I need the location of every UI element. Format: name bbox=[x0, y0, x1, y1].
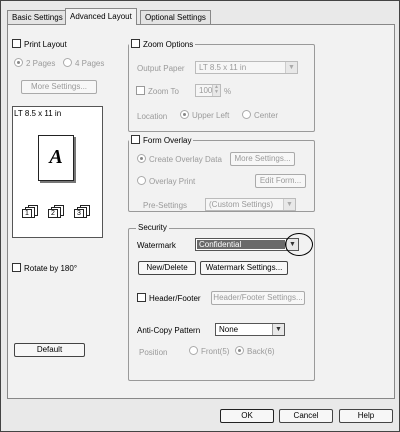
zoom-to-label: Zoom To bbox=[148, 87, 179, 96]
front-label: Front(5) bbox=[201, 347, 230, 356]
watermark-settings-button[interactable]: Watermark Settings... bbox=[200, 261, 288, 275]
header-footer-check-icon[interactable] bbox=[137, 293, 146, 302]
radio-create-overlay-icon[interactable] bbox=[137, 154, 146, 163]
presettings-value: (Custom Settings) bbox=[209, 200, 274, 209]
chevron-down-icon[interactable]: ▼ bbox=[285, 62, 297, 73]
zoom-options-check-icon[interactable] bbox=[131, 39, 140, 48]
chevron-down-icon[interactable]: ▼ bbox=[272, 324, 284, 335]
collate-copy-3-icon: 3 bbox=[74, 205, 92, 218]
radio-4-pages[interactable]: 4 Pages bbox=[63, 58, 104, 68]
radio-upper-left[interactable]: Upper Left bbox=[180, 110, 229, 120]
radio-4-pages-label: 4 Pages bbox=[75, 59, 105, 68]
overlay-print-label: Overlay Print bbox=[149, 177, 196, 186]
anticopy-value: None bbox=[219, 325, 239, 334]
header-footer-label: Header/Footer bbox=[149, 294, 201, 303]
edit-form-button[interactable]: Edit Form... bbox=[255, 174, 306, 188]
header-footer-checkbox[interactable]: Header/Footer bbox=[137, 293, 201, 303]
preview-sample-letter: A bbox=[49, 146, 63, 168]
radio-center-icon[interactable] bbox=[242, 110, 251, 119]
zoom-options-checkbox[interactable]: Zoom Options bbox=[129, 39, 196, 50]
position-label: Position bbox=[139, 348, 168, 357]
overlay-more-settings-button[interactable]: More Settings... bbox=[230, 152, 295, 166]
preview-paper-size: LT 8.5 x 11 in bbox=[14, 109, 62, 118]
radio-create-overlay[interactable]: Create Overlay Data bbox=[137, 154, 222, 164]
output-paper-value: LT 8.5 x 11 in bbox=[199, 63, 247, 72]
watermark-select[interactable]: Confidential ▼ bbox=[195, 238, 299, 251]
create-overlay-label: Create Overlay Data bbox=[149, 155, 222, 164]
upper-left-label: Upper Left bbox=[192, 111, 230, 120]
watermark-value: Confidential bbox=[197, 240, 285, 249]
tab-basic-settings[interactable]: Basic Settings bbox=[7, 10, 68, 24]
form-overlay-checkbox[interactable]: Form Overlay bbox=[129, 135, 194, 146]
radio-overlay-print-icon[interactable] bbox=[137, 176, 146, 185]
location-label: Location bbox=[137, 112, 168, 121]
print-layout-check-icon[interactable] bbox=[12, 39, 21, 48]
radio-2-pages[interactable]: 2 Pages bbox=[14, 58, 55, 68]
watermark-label: Watermark bbox=[137, 241, 176, 250]
security-legend: Security bbox=[136, 223, 169, 233]
highlight-circle bbox=[285, 233, 313, 256]
form-overlay-check-icon[interactable] bbox=[131, 135, 140, 144]
help-button[interactable]: Help bbox=[339, 409, 393, 423]
ok-button[interactable]: OK bbox=[220, 409, 274, 423]
anticopy-label: Anti-Copy Pattern bbox=[137, 326, 201, 335]
radio-2-pages-icon[interactable] bbox=[14, 58, 23, 67]
layout-more-settings-button[interactable]: More Settings... bbox=[21, 80, 97, 94]
stepper-arrows-icon[interactable]: ▲ ▼ bbox=[212, 85, 220, 96]
radio-upper-left-icon[interactable] bbox=[180, 110, 189, 119]
rotate-label: Rotate by 180° bbox=[24, 264, 78, 273]
output-paper-label: Output Paper bbox=[137, 64, 185, 73]
percent-sign: % bbox=[224, 87, 232, 96]
rotate-check-icon[interactable] bbox=[12, 263, 21, 272]
radio-front[interactable]: Front(5) bbox=[189, 346, 229, 356]
presettings-label: Pre-Settings bbox=[143, 201, 188, 210]
zoom-to-check-icon[interactable] bbox=[136, 86, 145, 95]
default-button[interactable]: Default bbox=[14, 343, 85, 357]
zoom-options-label: Zoom Options bbox=[143, 40, 194, 49]
tab-optional-settings[interactable]: Optional Settings bbox=[140, 10, 211, 24]
print-layout-checkbox[interactable]: Print Layout bbox=[12, 39, 67, 49]
new-delete-button[interactable]: New/Delete bbox=[138, 261, 196, 275]
center-label: Center bbox=[254, 111, 279, 120]
print-dialog: Basic Settings Advanced Layout Optional … bbox=[0, 0, 400, 432]
back-label: Back(6) bbox=[247, 347, 275, 356]
radio-center[interactable]: Center bbox=[242, 110, 278, 120]
zoom-percent-stepper[interactable]: 100 ▲ ▼ bbox=[195, 84, 221, 97]
presettings-select[interactable]: (Custom Settings) ▼ bbox=[205, 198, 296, 211]
layout-preview: LT 8.5 x 11 in A 1 2 3 bbox=[12, 106, 103, 238]
radio-back[interactable]: Back(6) bbox=[235, 346, 275, 356]
radio-2-pages-label: 2 Pages bbox=[26, 59, 56, 68]
tab-advanced-layout[interactable]: Advanced Layout bbox=[65, 8, 137, 25]
zoom-percent-value: 100 bbox=[199, 86, 213, 95]
radio-front-icon[interactable] bbox=[189, 346, 198, 355]
header-footer-settings-button[interactable]: Header/Footer Settings... bbox=[211, 291, 305, 305]
cancel-button[interactable]: Cancel bbox=[279, 409, 333, 423]
preview-page: A bbox=[38, 135, 74, 181]
zoom-to-checkbox[interactable]: Zoom To bbox=[136, 86, 179, 96]
chevron-down-icon[interactable]: ▼ bbox=[283, 199, 295, 210]
radio-back-icon[interactable] bbox=[235, 346, 244, 355]
radio-4-pages-icon[interactable] bbox=[63, 58, 72, 67]
rotate-180-checkbox[interactable]: Rotate by 180° bbox=[12, 263, 77, 273]
form-overlay-label: Form Overlay bbox=[143, 136, 192, 145]
radio-overlay-print[interactable]: Overlay Print bbox=[137, 176, 195, 186]
print-layout-label: Print Layout bbox=[24, 40, 67, 49]
collate-copy-2-icon: 2 bbox=[48, 205, 66, 218]
collate-copy-1-icon: 1 bbox=[22, 205, 40, 218]
output-paper-select[interactable]: LT 8.5 x 11 in ▼ bbox=[195, 61, 298, 74]
tab-panel: Print Layout 2 Pages 4 Pages More Settin… bbox=[7, 24, 395, 399]
anticopy-select[interactable]: None ▼ bbox=[215, 323, 285, 336]
